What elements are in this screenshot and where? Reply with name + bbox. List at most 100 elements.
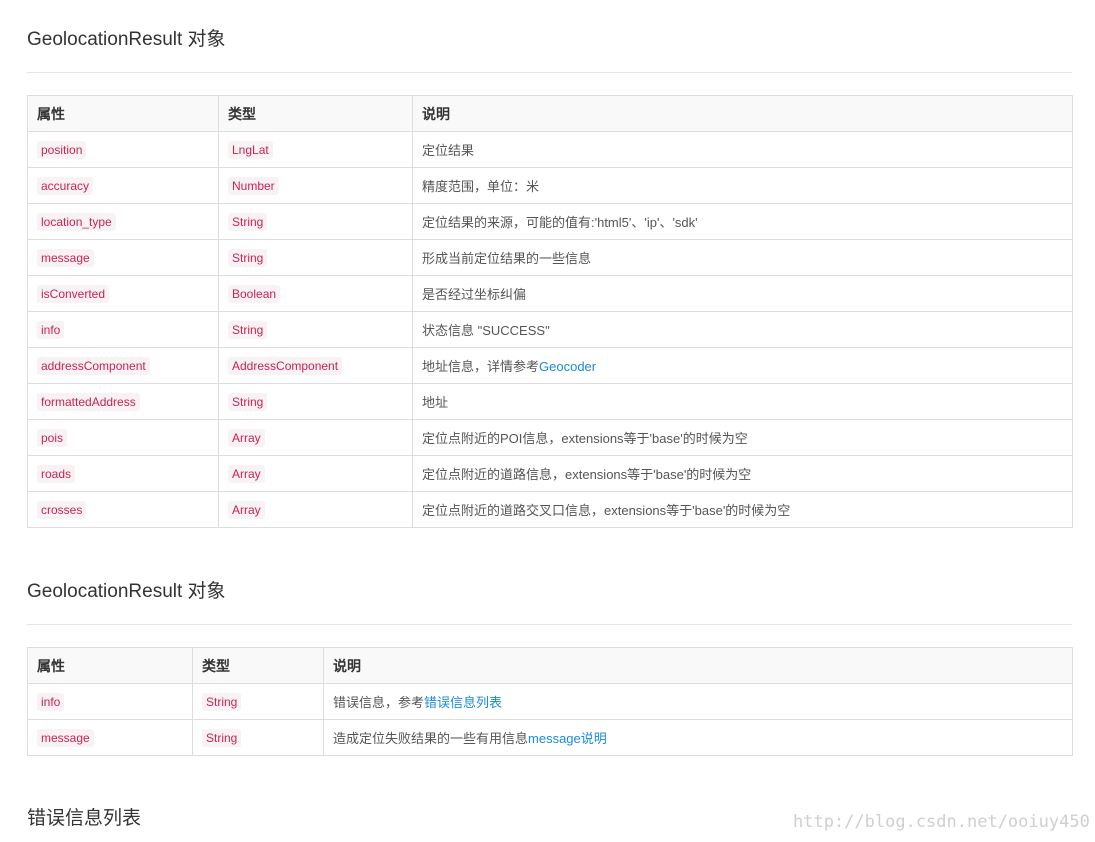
attribute-code: message: [37, 248, 94, 267]
section-3-title-wrap: 错误信息列表: [27, 804, 141, 834]
type-code: String: [228, 320, 268, 339]
attribute-code: info: [37, 692, 65, 711]
type-code: AddressComponent: [228, 356, 343, 375]
table-header-row: 属性 类型 说明: [27, 647, 1073, 684]
type-code: String: [228, 392, 268, 411]
type-code: Array: [228, 428, 265, 447]
column-header-attribute: 属性: [27, 95, 219, 132]
attribute-cell: info: [27, 311, 219, 348]
table-row: position LngLat 定位结果: [27, 131, 1073, 168]
attribute-cell: isConverted: [27, 275, 219, 312]
type-cell: String: [192, 683, 324, 720]
attribute-cell: pois: [27, 419, 219, 456]
column-header-attribute: 属性: [27, 647, 193, 684]
attribute-code: roads: [37, 464, 76, 483]
table-row: addressComponent AddressComponent 地址信息，详…: [27, 347, 1073, 384]
type-code: String: [202, 728, 242, 747]
type-cell: String: [218, 311, 413, 348]
result-properties-table: 属性 类型 说明 position LngLat 定位结果 accuracy N…: [27, 95, 1073, 528]
table-row: message String 造成定位失败结果的一些有用信息message说明: [27, 719, 1073, 756]
attribute-code: position: [37, 140, 87, 159]
watermark: http://blog.csdn.net/ooiuy450: [793, 812, 1090, 832]
column-header-description: 说明: [323, 647, 1073, 684]
attribute-cell: addressComponent: [27, 347, 219, 384]
attribute-cell: position: [27, 131, 219, 168]
description-cell: 造成定位失败结果的一些有用信息message说明: [323, 719, 1073, 756]
description-cell: 定位结果: [412, 131, 1073, 168]
type-code: Number: [228, 176, 279, 195]
attribute-cell: location_type: [27, 203, 219, 240]
attribute-cell: formattedAddress: [27, 383, 219, 420]
column-header-type: 类型: [218, 95, 413, 132]
attribute-cell: info: [27, 683, 193, 720]
error-list-link[interactable]: 错误信息列表: [424, 695, 502, 710]
type-cell: Boolean: [218, 275, 413, 312]
column-header-type: 类型: [192, 647, 324, 684]
description-cell: 状态信息 "SUCCESS": [412, 311, 1073, 348]
table-row: pois Array 定位点附近的POI信息，extensions等于'base…: [27, 419, 1073, 456]
type-code: Boolean: [228, 284, 281, 303]
description-cell: 定位点附近的POI信息，extensions等于'base'的时候为空: [412, 419, 1073, 456]
error-result-table: 属性 类型 说明 info String 错误信息，参考错误信息列表 messa…: [27, 647, 1073, 756]
attribute-cell: roads: [27, 455, 219, 492]
type-cell: AddressComponent: [218, 347, 413, 384]
table-row: isConverted Boolean 是否经过坐标纠偏: [27, 275, 1073, 312]
section-2-title-wrap: GeolocationResult 对象: [27, 577, 226, 607]
attribute-code: message: [37, 728, 94, 747]
attribute-cell: crosses: [27, 491, 219, 528]
type-code: Array: [228, 464, 265, 483]
type-code: Array: [228, 500, 265, 519]
attribute-cell: message: [27, 239, 219, 276]
attribute-code: info: [37, 320, 65, 339]
description-cell: 精度范围，单位：米: [412, 167, 1073, 204]
description-text: 造成定位失败结果的一些有用信息: [333, 731, 529, 746]
table-header-row: 属性 类型 说明: [27, 95, 1073, 132]
description-cell: 定位点附近的道路信息，extensions等于'base'的时候为空: [412, 455, 1073, 492]
section-title: GeolocationResult 对象: [27, 581, 226, 602]
attribute-code: formattedAddress: [37, 392, 140, 411]
description-cell: 形成当前定位结果的一些信息: [412, 239, 1073, 276]
attribute-cell: accuracy: [27, 167, 219, 204]
attribute-code: accuracy: [37, 176, 94, 195]
section-divider: [27, 72, 1072, 73]
table-row: crosses Array 定位点附近的道路交叉口信息，extensions等于…: [27, 491, 1073, 528]
description-cell: 是否经过坐标纠偏: [412, 275, 1073, 312]
table-row: location_type String 定位结果的来源，可能的值有:'html…: [27, 203, 1073, 240]
type-cell: Number: [218, 167, 413, 204]
type-cell: String: [218, 383, 413, 420]
description-cell: 地址: [412, 383, 1073, 420]
type-cell: String: [218, 203, 413, 240]
type-code: String: [228, 248, 268, 267]
message-doc-link[interactable]: message说明: [528, 731, 607, 746]
attribute-code: location_type: [37, 212, 116, 231]
type-code: LngLat: [228, 140, 273, 159]
table-row: roads Array 定位点附近的道路信息，extensions等于'base…: [27, 455, 1073, 492]
geocoder-link[interactable]: Geocoder: [539, 359, 596, 374]
section-divider: [27, 624, 1072, 625]
table-row: accuracy Number 精度范围，单位：米: [27, 167, 1073, 204]
attribute-cell: message: [27, 719, 193, 756]
attribute-code: pois: [37, 428, 68, 447]
description-cell: 定位点附近的道路交叉口信息，extensions等于'base'的时候为空: [412, 491, 1073, 528]
section-title: GeolocationResult 对象: [27, 29, 226, 50]
type-cell: String: [192, 719, 324, 756]
type-code: String: [202, 692, 242, 711]
section-1-title-wrap: GeolocationResult 对象: [27, 25, 226, 55]
type-cell: Array: [218, 419, 413, 456]
column-header-description: 说明: [412, 95, 1073, 132]
table-row: formattedAddress String 地址: [27, 383, 1073, 420]
type-cell: LngLat: [218, 131, 413, 168]
table-row: info String 状态信息 "SUCCESS": [27, 311, 1073, 348]
attribute-code: crosses: [37, 500, 87, 519]
attribute-code: addressComponent: [37, 356, 150, 375]
description-text: 地址信息，详情参考: [422, 359, 540, 374]
type-cell: Array: [218, 455, 413, 492]
section-title: 错误信息列表: [27, 808, 142, 829]
table-row: message String 形成当前定位结果的一些信息: [27, 239, 1073, 276]
type-code: String: [228, 212, 268, 231]
description-text: 错误信息，参考: [333, 695, 425, 710]
description-cell: 地址信息，详情参考Geocoder: [412, 347, 1073, 384]
table-row: info String 错误信息，参考错误信息列表: [27, 683, 1073, 720]
attribute-code: isConverted: [37, 284, 110, 303]
type-cell: String: [218, 239, 413, 276]
